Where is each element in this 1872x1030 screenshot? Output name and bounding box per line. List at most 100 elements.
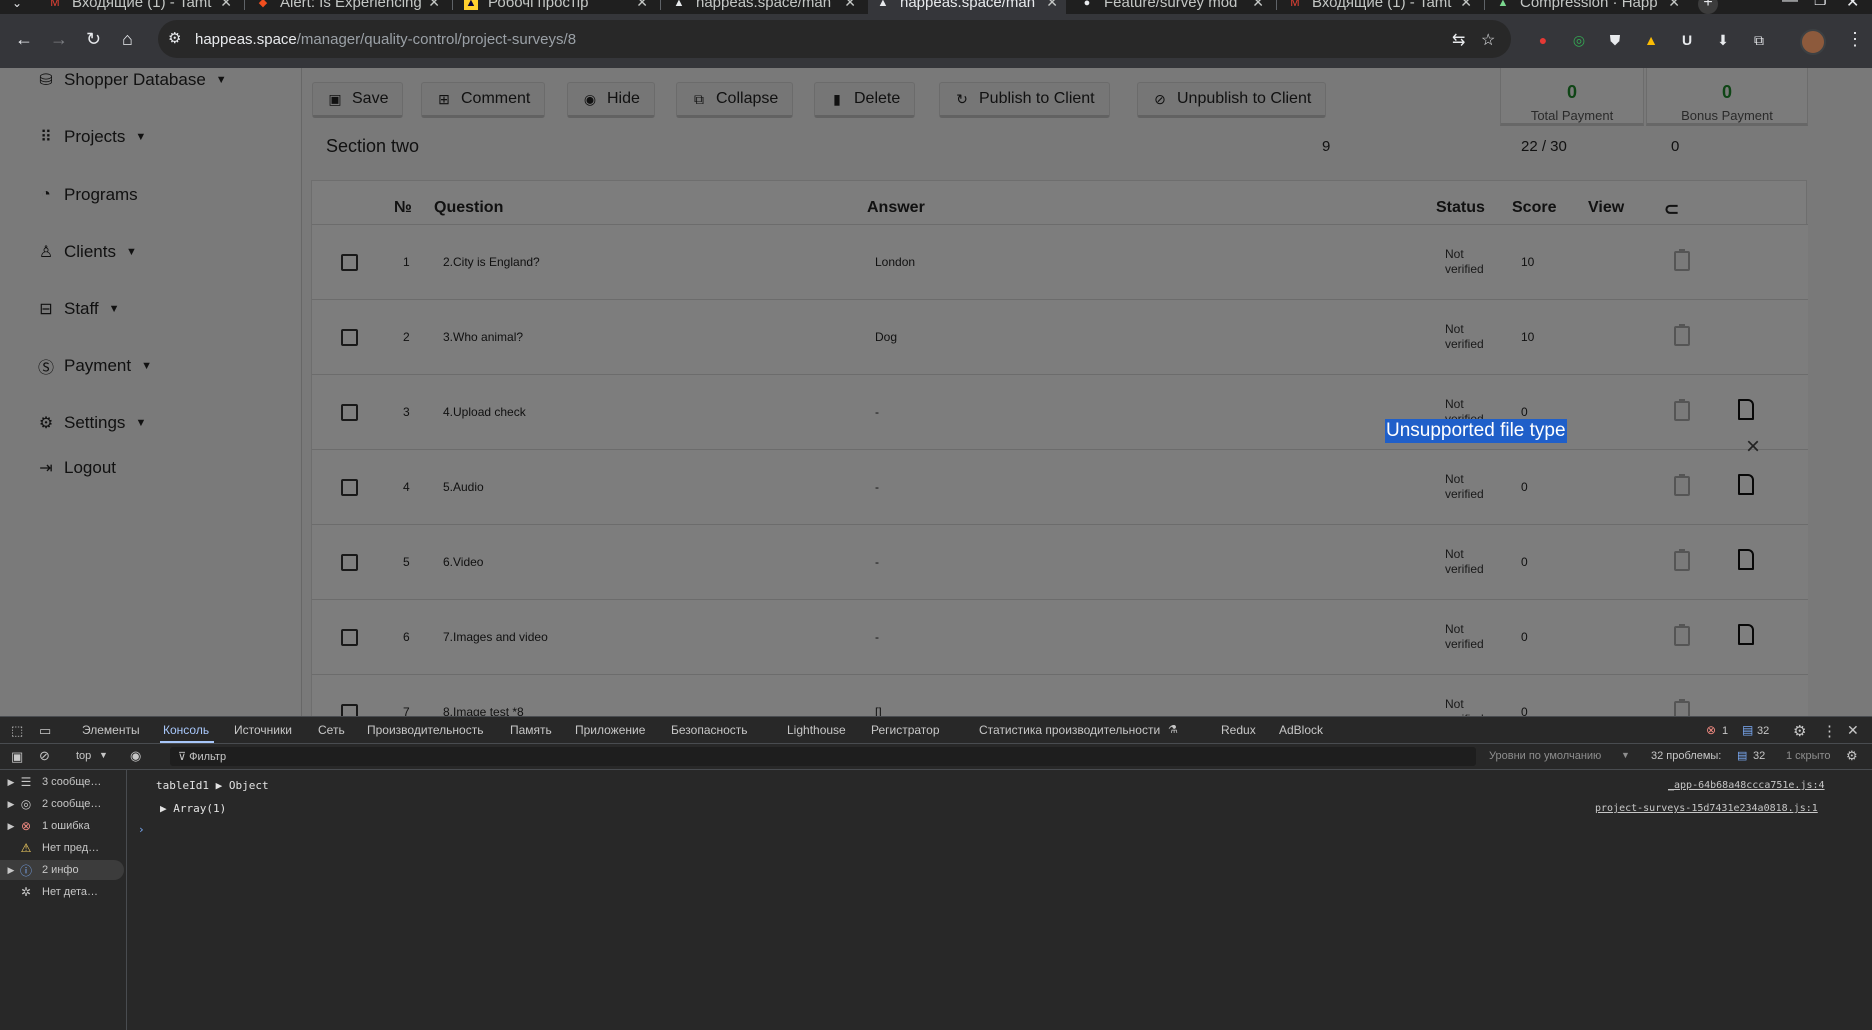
- devtools-tab[interactable]: Приложение: [575, 723, 645, 737]
- browser-tab[interactable]: M Входящие (1) - Tamt ✕: [48, 0, 240, 14]
- browser-tab[interactable]: ▲ Робочі простір ✕: [464, 0, 656, 14]
- clipboard-icon[interactable]: [1674, 699, 1690, 716]
- sidebar-item-programs[interactable]: ◔ Programs: [36, 185, 138, 205]
- close-window-icon[interactable]: ✕: [1846, 0, 1859, 12]
- devtools-tab[interactable]: Lighthouse: [787, 723, 846, 737]
- devtools-tab[interactable]: Источники: [234, 723, 292, 737]
- hide-button[interactable]: ◉ Hide: [567, 82, 655, 118]
- close-tab-icon[interactable]: ✕: [1668, 0, 1680, 11]
- device-toolbar-icon[interactable]: ▭: [39, 723, 51, 739]
- row-checkbox[interactable]: [341, 404, 358, 421]
- browser-tab[interactable]: ◆ Alert: Is Experiencing ✕: [256, 0, 448, 14]
- close-tab-icon[interactable]: ✕: [636, 0, 648, 11]
- extension-icon[interactable]: ⛊: [1606, 31, 1624, 49]
- console-filter-verbose[interactable]: ✲ Нет дета…: [0, 882, 124, 902]
- extension-icon[interactable]: ◎: [1570, 31, 1588, 49]
- issues-icon[interactable]: ▤: [1737, 749, 1747, 762]
- forward-icon[interactable]: →: [50, 30, 68, 48]
- devtools-tab[interactable]: Память: [510, 723, 552, 737]
- console-log-line[interactable]: tableId1 ▶ Object: [156, 779, 269, 792]
- file-icon[interactable]: [1738, 624, 1754, 645]
- devtools-menu-icon[interactable]: ⋮: [1822, 722, 1837, 740]
- extension-icon[interactable]: U: [1678, 31, 1696, 49]
- download-icon[interactable]: ⬇: [1714, 31, 1732, 49]
- error-count[interactable]: 1: [1722, 725, 1728, 737]
- unpublish-to-client-button[interactable]: ⊘ Unpublish to Client: [1137, 82, 1327, 118]
- file-icon[interactable]: [1738, 399, 1754, 420]
- close-modal-icon[interactable]: ×: [1746, 433, 1760, 461]
- reload-icon[interactable]: ↻: [86, 30, 101, 48]
- row-checkbox[interactable]: [341, 329, 358, 346]
- devtools-tab[interactable]: Регистратор: [871, 723, 940, 737]
- console-log-line[interactable]: ▶ Array(1): [160, 802, 226, 815]
- sidebar-toggle-icon[interactable]: ▣: [11, 749, 23, 765]
- browser-tab[interactable]: ▲ happeas.space/man ✕: [672, 0, 864, 14]
- file-icon[interactable]: [1738, 474, 1754, 495]
- site-info-icon[interactable]: ⚙: [168, 29, 181, 47]
- new-tab-icon[interactable]: +: [1698, 0, 1718, 14]
- back-icon[interactable]: ←: [15, 30, 33, 48]
- browser-tab[interactable]: ● Feature/survey mod ✕: [1080, 0, 1272, 14]
- close-tab-icon[interactable]: ✕: [1046, 0, 1058, 11]
- log-levels-dropdown[interactable]: Уровни по умолчанию: [1489, 750, 1601, 762]
- row-checkbox[interactable]: [341, 554, 358, 571]
- clipboard-icon[interactable]: [1674, 624, 1690, 646]
- section-header[interactable]: Section two 9 22 / 30 0: [302, 128, 1814, 160]
- devtools-tab[interactable]: Статистика производительности: [979, 723, 1160, 737]
- devtools-tab[interactable]: Производительность: [367, 723, 483, 737]
- maximize-icon[interactable]: ❐: [1814, 0, 1827, 9]
- message-count[interactable]: 32: [1757, 725, 1769, 737]
- close-tab-icon[interactable]: ✕: [428, 0, 440, 11]
- devtools-tab[interactable]: Элементы: [82, 723, 140, 737]
- home-icon[interactable]: ⌂: [122, 30, 133, 48]
- bookmark-star-icon[interactable]: ☆: [1481, 30, 1495, 50]
- inspect-element-icon[interactable]: ⬚: [11, 723, 23, 739]
- devtools-tab[interactable]: Сеть: [318, 723, 345, 737]
- devtools-tab[interactable]: Redux: [1221, 723, 1256, 737]
- console-filter-messages[interactable]: ▶ ☰ 3 сообще…: [0, 772, 124, 792]
- minimize-icon[interactable]: —: [1782, 0, 1798, 10]
- extensions-puzzle-icon[interactable]: ⧉: [1750, 31, 1768, 49]
- clipboard-icon[interactable]: [1674, 549, 1690, 571]
- save-button[interactable]: ▣ Save: [312, 82, 404, 118]
- sidebar-item-shopper-database[interactable]: ⛁ Shopper Database ▼: [36, 70, 226, 90]
- clipboard-icon[interactable]: [1674, 324, 1690, 346]
- console-source-link[interactable]: _app-64b68a48ccca751e.js:4: [1668, 780, 1825, 791]
- sidebar-item-projects[interactable]: ⠿ Projects ▼: [36, 127, 146, 147]
- browser-menu-icon[interactable]: ⋮: [1846, 29, 1864, 50]
- row-checkbox[interactable]: [341, 704, 358, 716]
- devtools-tab-console[interactable]: Консоль: [163, 723, 209, 737]
- close-tab-icon[interactable]: ✕: [220, 0, 232, 11]
- issues-count[interactable]: 32: [1753, 750, 1765, 762]
- profile-avatar[interactable]: [1800, 29, 1826, 55]
- console-prompt-icon[interactable]: ›: [138, 823, 145, 836]
- close-tab-icon[interactable]: ✕: [1252, 0, 1264, 11]
- row-checkbox[interactable]: [341, 254, 358, 271]
- console-filter-errors[interactable]: ▶ ⊗ 1 ошибка: [0, 816, 124, 836]
- file-icon[interactable]: [1738, 549, 1754, 570]
- eye-icon[interactable]: ◉: [130, 748, 141, 764]
- sidebar-item-settings[interactable]: ⚙ Settings ▼: [36, 413, 147, 433]
- console-settings-icon[interactable]: ⚙: [1846, 748, 1858, 764]
- drive-icon[interactable]: ▲: [1642, 31, 1660, 49]
- settings-gear-icon[interactable]: ⚙: [1793, 722, 1806, 740]
- devtools-tab[interactable]: Безопасность: [671, 723, 748, 737]
- delete-button[interactable]: ▮ Delete: [814, 82, 916, 118]
- console-filter-input[interactable]: ⊽ Фильтр: [170, 747, 1476, 766]
- message-badge-icon[interactable]: ▤: [1742, 723, 1753, 737]
- browser-tab-active[interactable]: ▲ happeas.space/man ✕: [868, 0, 1066, 14]
- extension-icon[interactable]: ●: [1534, 31, 1552, 49]
- clipboard-icon[interactable]: [1674, 399, 1690, 421]
- close-devtools-icon[interactable]: ✕: [1847, 722, 1859, 739]
- close-tab-icon[interactable]: ✕: [1460, 0, 1472, 11]
- clear-console-icon[interactable]: ⊘: [39, 748, 50, 764]
- sidebar-item-logout[interactable]: ⇥ Logout: [36, 458, 116, 478]
- row-checkbox[interactable]: [341, 629, 358, 646]
- error-badge-icon[interactable]: ⊗: [1706, 723, 1716, 737]
- close-tab-icon[interactable]: ✕: [844, 0, 856, 11]
- url-text[interactable]: happeas.space/manager/quality-control/pr…: [195, 31, 576, 48]
- browser-tab[interactable]: ▲ Compression · Happ ✕: [1496, 0, 1688, 14]
- sidebar-item-clients[interactable]: ♙ Clients ▼: [36, 242, 137, 262]
- publish-to-client-button[interactable]: ↻ Publish to Client: [939, 82, 1110, 118]
- sidebar-item-payment[interactable]: Ⓢ Payment ▼: [36, 356, 152, 377]
